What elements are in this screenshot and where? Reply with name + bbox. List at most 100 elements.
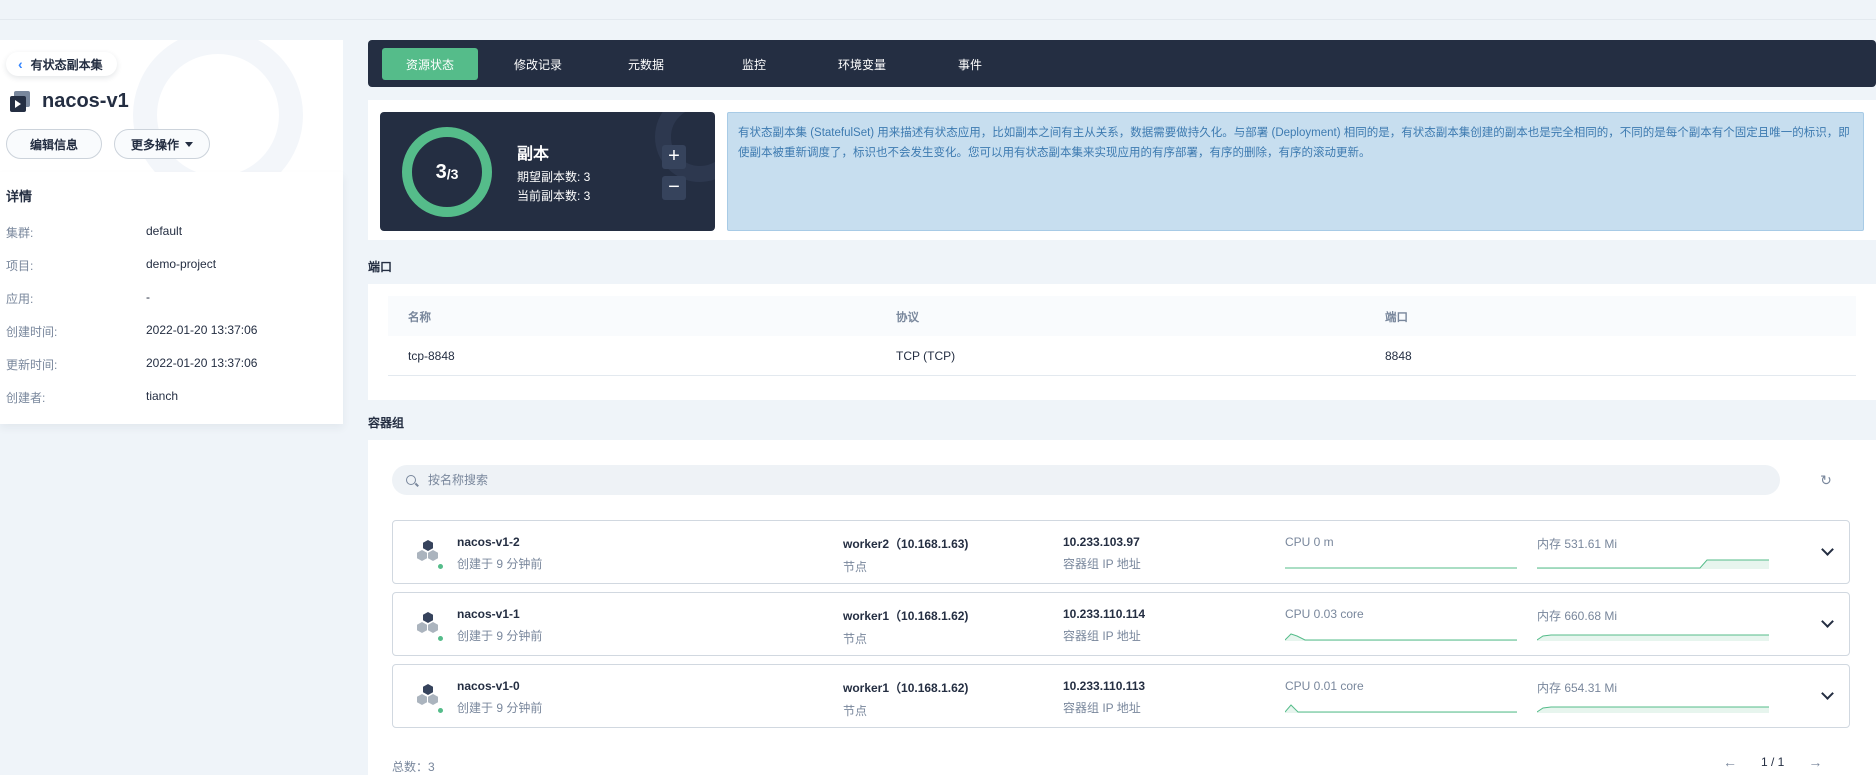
detail-key: 项目: [6, 259, 34, 273]
tab-env-variables[interactable]: 环境变量 [814, 48, 910, 80]
detail-key: 集群: [6, 226, 34, 240]
chevron-left-icon: ‹ [18, 56, 23, 72]
tab-metadata[interactable]: 元数据 [598, 48, 694, 80]
pod-created: 创建于 9 分钟前 [457, 701, 543, 715]
top-divider [0, 0, 1876, 20]
pod-node: worker1（10.168.1.62) 节点 [843, 679, 968, 719]
detail-key: 更新时间: [6, 358, 58, 372]
pod-ip-value: 10.233.110.114 [1063, 607, 1146, 621]
refresh-icon[interactable]: ↻ [1816, 470, 1836, 490]
pod-search-bar [392, 465, 1780, 495]
detail-key: 应用: [6, 292, 34, 306]
statefulset-icon [10, 90, 32, 113]
prev-page-button[interactable]: ← [1723, 754, 1737, 770]
pod-node: worker1（10.168.1.62) 节点 [843, 607, 968, 647]
tab-resource-status[interactable]: 资源状态 [382, 48, 478, 80]
pod-memory-metric: 内存 654.31 Mi [1537, 679, 1769, 715]
detail-value: tianch [146, 389, 179, 403]
cpu-sparkline [1285, 704, 1517, 713]
cpu-sparkline [1285, 633, 1517, 641]
replica-current: 3 [435, 160, 447, 183]
pod-row[interactable]: nacos-v1-1 创建于 9 分钟前 worker1（10.168.1.62… [392, 592, 1850, 656]
replica-ring: 3/3 [402, 127, 492, 217]
chevron-down-icon[interactable] [1821, 545, 1835, 559]
table-row: tcp-8848 TCP (TCP) 8848 [388, 336, 1856, 376]
pod-name[interactable]: nacos-v1-2 [457, 535, 520, 549]
pagination: ← 1 / 1 → [1723, 754, 1822, 770]
port-number: 8848 [1385, 349, 1412, 363]
pod-cpu-label: CPU 0.03 core [1285, 607, 1364, 621]
pods-section-label: 容器组 [368, 416, 405, 430]
pod-memory-label: 内存 531.61 Mi [1537, 537, 1618, 551]
more-actions-label: 更多操作 [130, 137, 179, 152]
pod-icon [413, 684, 444, 714]
replica-title: 副本 [517, 146, 550, 163]
pod-status-dot [437, 707, 444, 714]
pod-cpu-metric: CPU 0.01 core [1285, 679, 1517, 715]
details-heading: 详情 [6, 189, 33, 204]
pod-node-label: 节点 [843, 704, 868, 718]
col-port-header: 端口 [1385, 312, 1408, 324]
more-actions-button[interactable]: 更多操作 [114, 129, 210, 159]
resource-header-card: ‹ 有状态副本集 nacos-v1 编辑信息 更多操作 [0, 40, 343, 172]
pod-ip-value: 10.233.103.97 [1063, 535, 1140, 549]
next-page-button[interactable]: → [1808, 754, 1822, 770]
tab-bar: 资源状态 修改记录 元数据 监控 环境变量 事件 [368, 40, 1876, 87]
pod-memory-label: 内存 654.31 Mi [1537, 681, 1618, 695]
pod-status-dot [437, 635, 444, 642]
chevron-down-icon[interactable] [1821, 689, 1835, 703]
pod-memory-metric: 内存 531.61 Mi [1537, 535, 1769, 571]
current-replicas: 当前副本数: 3 [517, 189, 591, 203]
tab-monitoring[interactable]: 监控 [706, 48, 802, 80]
col-name-header: 名称 [408, 312, 431, 324]
pod-ip-value: 10.233.110.113 [1063, 679, 1146, 693]
pod-ip-label: 容器组 IP 地址 [1063, 701, 1141, 715]
port-protocol: TCP (TCP) [896, 349, 956, 363]
pod-node-value: worker2（10.168.1.63) [843, 537, 969, 551]
pod-icon [413, 612, 444, 642]
pod-name[interactable]: nacos-v1-1 [457, 607, 520, 621]
tab-events[interactable]: 事件 [922, 48, 1018, 80]
tab-revision-records[interactable]: 修改记录 [490, 48, 586, 80]
caret-down-icon [185, 141, 193, 147]
chevron-down-icon[interactable] [1821, 617, 1835, 631]
pod-ip: 10.233.103.97 容器组 IP 地址 [1063, 535, 1141, 572]
cpu-sparkline [1285, 567, 1517, 569]
pods-total: 总数：3 [392, 760, 435, 774]
ports-section-label: 端口 [368, 260, 393, 274]
detail-value: 2022-01-20 13:37:06 [146, 356, 258, 370]
pod-row[interactable]: nacos-v1-0 创建于 9 分钟前 worker1（10.168.1.62… [392, 664, 1850, 728]
search-icon [406, 475, 416, 485]
detail-value: demo-project [146, 257, 217, 271]
pod-ip-label: 容器组 IP 地址 [1063, 557, 1141, 571]
pod-search-input[interactable] [428, 473, 1028, 487]
pod-created: 创建于 9 分钟前 [457, 557, 543, 571]
pod-row[interactable]: nacos-v1-2 创建于 9 分钟前 worker2（10.168.1.63… [392, 520, 1850, 584]
pod-status-dot [437, 563, 444, 570]
ports-table: 名称 协议 端口 tcp-8848 TCP (TCP) 8848 [368, 284, 1876, 400]
detail-key: 创建时间: [6, 325, 58, 339]
col-protocol-header: 协议 [896, 312, 919, 324]
detail-value: - [146, 290, 150, 304]
pod-ip-label: 容器组 IP 地址 [1063, 629, 1141, 643]
title-row: nacos-v1 [10, 90, 129, 113]
edit-info-button[interactable]: 编辑信息 [6, 129, 102, 159]
statefulset-description: 有状态副本集 (StatefulSet) 用来描述有状态应用，比如副本之间有主从… [727, 112, 1864, 231]
scale-down-button[interactable]: − [662, 176, 686, 200]
details-card: 详情 集群: default 项目: demo-project 应用: - 创建… [0, 172, 343, 424]
pod-cpu-metric: CPU 0.03 core [1285, 607, 1517, 643]
memory-sparkline [1537, 706, 1769, 713]
pod-node-label: 节点 [843, 632, 868, 646]
pod-node-label: 节点 [843, 560, 868, 574]
pod-cpu-label: CPU 0 m [1285, 535, 1334, 549]
memory-sparkline [1537, 634, 1769, 641]
pod-name[interactable]: nacos-v1-0 [457, 679, 520, 693]
pod-ip: 10.233.110.113 容器组 IP 地址 [1063, 679, 1145, 716]
scale-up-button[interactable]: + [662, 145, 686, 169]
detail-key: 创建者: [6, 391, 46, 405]
back-button[interactable]: ‹ 有状态副本集 [6, 52, 117, 76]
replica-total: /3 [446, 166, 459, 182]
pod-node-value: worker1（10.168.1.62) [843, 681, 969, 695]
pod-node: worker2（10.168.1.63) 节点 [843, 535, 968, 575]
pod-memory-label: 内存 660.68 Mi [1537, 609, 1618, 623]
